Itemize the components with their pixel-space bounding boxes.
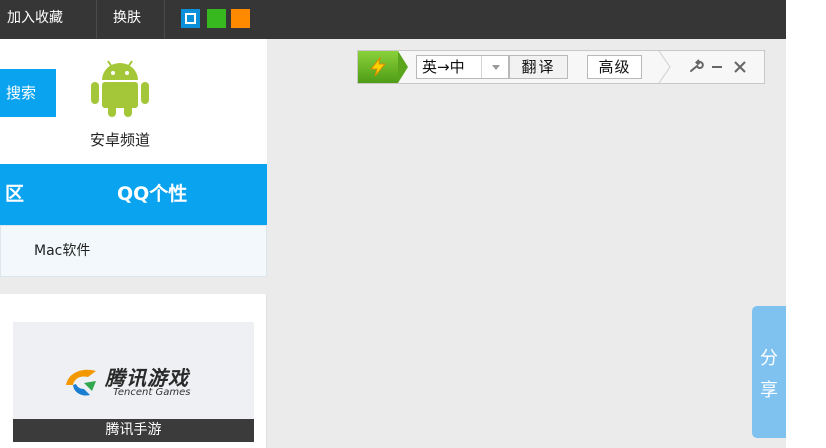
category-nav: 区 QQ个性 xyxy=(0,164,267,225)
page-margin xyxy=(786,0,826,448)
chevron-down-icon[interactable] xyxy=(481,56,510,78)
tencent-games-logo-en: Tencent Games xyxy=(113,387,191,398)
game-card: 腾讯游戏 Tencent Games 腾讯手游 xyxy=(0,294,267,448)
add-favorite-link[interactable]: 加入收藏 xyxy=(7,0,63,39)
nav-item-qq-personal[interactable]: QQ个性 xyxy=(117,164,187,225)
language-pair-label: 英→中 xyxy=(422,58,465,76)
game-card-caption[interactable]: 腾讯手游 xyxy=(13,419,254,442)
search-button[interactable]: 搜索 xyxy=(0,69,56,117)
tencent-games-banner[interactable]: 腾讯游戏 Tencent Games xyxy=(13,322,254,419)
translator-toolbar: 英→中 翻译 高级 xyxy=(357,50,765,84)
change-skin-link[interactable]: 换肤 xyxy=(113,0,141,39)
android-channel-link[interactable]: 安卓频道 xyxy=(82,56,158,156)
skin-orange-swatch[interactable] xyxy=(231,9,250,28)
top-bar: 加入收藏 换肤 xyxy=(0,0,786,39)
share-tab[interactable]: 分 享 xyxy=(752,306,786,438)
skin-blue-swatch[interactable] xyxy=(181,9,200,28)
android-icon xyxy=(91,60,149,117)
lightning-icon xyxy=(369,57,387,77)
sub-nav-mac-software[interactable]: Mac软件 xyxy=(34,226,90,276)
advanced-button[interactable]: 高级 xyxy=(587,55,642,79)
divider xyxy=(96,0,97,39)
language-pair-select[interactable]: 英→中 xyxy=(416,55,509,79)
content-area xyxy=(267,39,786,448)
toolbar-divider xyxy=(658,51,671,83)
divider xyxy=(164,0,165,39)
wrench-icon[interactable] xyxy=(687,57,705,77)
share-label-1: 分 xyxy=(760,348,778,369)
sub-nav: Mac软件 xyxy=(0,225,267,277)
android-channel-label: 安卓频道 xyxy=(89,131,150,149)
minimize-icon[interactable] xyxy=(708,57,726,77)
nav-item-community[interactable]: 区 xyxy=(5,164,24,225)
close-icon[interactable] xyxy=(731,57,749,77)
translate-button[interactable]: 翻译 xyxy=(509,55,568,79)
share-label-2: 享 xyxy=(760,380,778,401)
skin-green-swatch[interactable] xyxy=(207,9,226,28)
tencent-games-logo-icon xyxy=(66,369,96,396)
section-gap xyxy=(0,277,267,294)
translator-logo[interactable] xyxy=(358,51,408,83)
